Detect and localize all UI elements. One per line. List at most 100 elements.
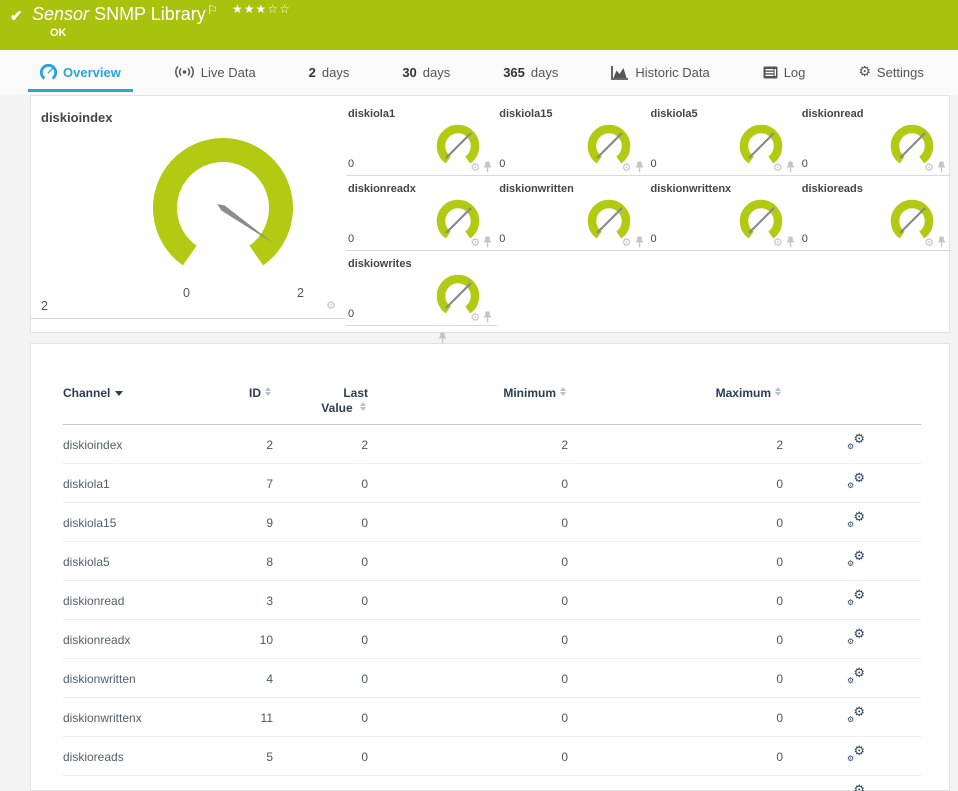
maximum-cell: 0 [576, 697, 791, 737]
tab-label: Overview [63, 64, 121, 80]
id-cell: 3 [211, 580, 281, 620]
last-value-cell: 0 [281, 502, 376, 542]
gear-icon[interactable]: ⚙ [470, 237, 480, 248]
tab-label: days [422, 64, 451, 80]
pin-icon[interactable] [483, 311, 492, 323]
gauges-panel: diskioindex 0 2 2 ⚙ ⚙ diskiola1 0 ⚙ diskiola… [30, 95, 951, 344]
channel-settings-icon[interactable]: ⚙⚙ [847, 589, 865, 607]
tab-settings[interactable]: ⚙ Settings [846, 55, 936, 92]
flag-icon[interactable]: ⚐ [207, 3, 218, 17]
gear-icon[interactable]: ⚙ [470, 162, 480, 173]
channel-table-panel: Channel ID Last Value Minimum Maximum di… [30, 343, 950, 791]
gear-icon[interactable]: ⚙ [622, 237, 632, 248]
pin-icon[interactable] [786, 236, 795, 248]
gauge-tile-diskionwrittenx: ⚙ diskionwrittenx 0 [648, 181, 800, 251]
tab-overview[interactable]: Overview [28, 55, 133, 92]
tab-log[interactable]: Log [751, 55, 818, 92]
channel-settings-icon[interactable]: ⚙⚙ [847, 433, 865, 451]
channel-settings-icon[interactable]: ⚙⚙ [847, 511, 865, 529]
sort-icon [265, 386, 273, 396]
star-empty-icon[interactable]: ☆ [279, 2, 291, 16]
tab-label: Settings [876, 64, 924, 80]
maximum-cell: 0 [576, 580, 791, 620]
gauge-tile-diskiola1: ⚙ diskiola1 0 [346, 106, 498, 176]
gauge-current-value: 0 [499, 233, 506, 245]
star-filled-icon[interactable]: ★ [244, 2, 256, 16]
table-row-diskionwritten: diskionwritten 4 0 0 0 ⚙ ⚙ [63, 658, 921, 698]
gauge-channel-label: diskiowrites [348, 258, 412, 270]
gauge-tile-main: diskioindex 0 2 2 ⚙ [31, 96, 447, 344]
channel-settings-icon[interactable]: ⚙⚙ [847, 784, 865, 791]
gauge-tile-diskiola5: ⚙ diskiola5 0 [648, 106, 800, 176]
last-value-cell: 0 [281, 580, 376, 620]
gear-icon[interactable]: ⚙ [773, 162, 783, 173]
channel-settings-icon[interactable]: ⚙⚙ [847, 550, 865, 568]
table-row-diskiowrites: diskiowrites6000⚙⚙ [63, 775, 921, 791]
gear-icon[interactable]: ⚙ [326, 300, 336, 311]
last-value-cell: 0 [281, 619, 376, 659]
column-header-minimum[interactable]: Minimum [376, 386, 576, 425]
settings-cell: ⚙⚙ [791, 736, 921, 776]
sensor-name: SNMP Library [94, 4, 206, 24]
sort-desc-icon [115, 391, 124, 396]
minimum-cell: 0 [376, 580, 576, 620]
gauge-channel-label: diskiola1 [348, 108, 396, 120]
star-filled-icon[interactable]: ★ [232, 2, 244, 16]
gauge-channel-label: diskionreadx [348, 183, 416, 195]
priority-star-rating[interactable]: ★★★☆☆ [232, 2, 291, 16]
gear-icon[interactable]: ⚙ [924, 237, 934, 248]
sensor-type-label: Sensor [32, 4, 90, 24]
pin-icon[interactable] [635, 161, 644, 173]
table-row-diskiola1: diskiola1 7 0 0 0 ⚙ ⚙ [63, 463, 921, 503]
minimum-cell: 0 [376, 736, 576, 776]
gauge-channel-label: diskioindex [41, 110, 113, 125]
column-header-last-value[interactable]: Last Value [281, 386, 376, 425]
sort-icon [360, 401, 368, 411]
channel-settings-icon[interactable]: ⚙⚙ [847, 628, 865, 646]
tab-label: days [321, 64, 350, 80]
gauge-needle [217, 204, 274, 244]
tab-2-days[interactable]: 2 days [297, 55, 362, 92]
gauge-icon [40, 63, 57, 81]
gauge-current-value: 0 [650, 233, 657, 245]
channel-settings-icon[interactable]: ⚙⚙ [847, 472, 865, 490]
log-icon [763, 66, 778, 79]
pin-icon[interactable] [438, 332, 447, 344]
tab-historic-data[interactable]: Historic Data [599, 55, 721, 92]
gear-icon[interactable]: ⚙ [924, 162, 934, 173]
star-filled-icon[interactable]: ★ [256, 2, 268, 16]
tab-30-days[interactable]: 30 days [390, 55, 462, 92]
channel-settings-icon[interactable]: ⚙⚙ [847, 706, 865, 724]
gauge-channel-label: diskiola5 [650, 108, 698, 120]
id-cell: 7 [211, 463, 281, 503]
maximum-cell: 0 [576, 736, 791, 776]
column-header-maximum[interactable]: Maximum [576, 386, 791, 425]
column-header-channel[interactable]: Channel [63, 386, 211, 425]
pin-icon[interactable] [635, 236, 644, 248]
minimum-cell: 0 [376, 658, 576, 698]
pin-icon[interactable] [937, 236, 946, 248]
maximum-cell: 0 [576, 619, 791, 659]
tab-live-data[interactable]: Live Data [162, 55, 268, 92]
maximum-cell: 0 [576, 541, 791, 581]
gauge-needle [898, 207, 926, 234]
pin-icon[interactable] [786, 161, 795, 173]
pin-icon[interactable] [937, 161, 946, 173]
minimum-cell: 2 [376, 424, 576, 464]
column-header-id[interactable]: ID [211, 386, 281, 425]
pin-icon[interactable] [483, 236, 492, 248]
gauge-needle [445, 282, 472, 309]
historic-chart-icon [611, 65, 629, 80]
gear-icon[interactable]: ⚙ [470, 312, 480, 323]
star-empty-icon[interactable]: ☆ [267, 2, 279, 16]
pin-icon[interactable] [483, 161, 492, 173]
sort-icon [775, 386, 783, 396]
gear-icon[interactable]: ⚙ [773, 237, 783, 248]
gear-icon[interactable]: ⚙ [622, 162, 632, 173]
channel-table: Channel ID Last Value Minimum Maximum di… [63, 386, 921, 791]
channel-settings-icon[interactable]: ⚙⚙ [847, 745, 865, 763]
table-row-diskionread: diskionread 3 0 0 0 ⚙ ⚙ [63, 580, 921, 620]
tab-365-days[interactable]: 365 days [491, 55, 570, 92]
live-data-icon [174, 65, 195, 79]
channel-settings-icon[interactable]: ⚙⚙ [847, 667, 865, 685]
